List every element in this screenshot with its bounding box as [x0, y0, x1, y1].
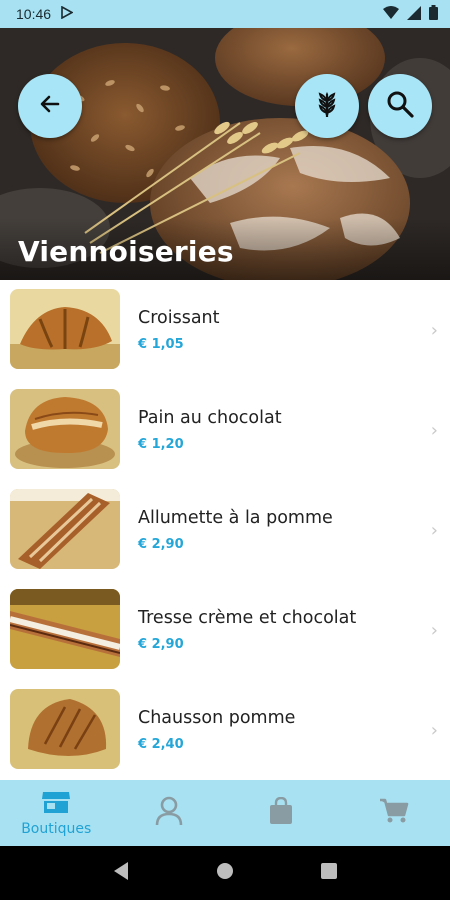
back-icon — [40, 94, 60, 119]
bottom-navigation: Boutiques — [0, 780, 450, 846]
product-price: € 2,40 — [138, 737, 184, 752]
product-thumbnail — [10, 289, 120, 369]
system-home-icon[interactable] — [215, 861, 235, 886]
category-hero-image: Viennoiseries — [0, 28, 450, 280]
product-thumbnail — [10, 589, 120, 669]
person-icon — [155, 796, 183, 831]
battery-icon — [429, 5, 438, 23]
wifi-icon — [383, 5, 399, 23]
signal-icon — [407, 5, 421, 23]
page-title: Viennoiseries — [18, 235, 234, 268]
back-button[interactable] — [18, 74, 82, 138]
product-price: € 1,05 — [138, 337, 184, 352]
store-icon — [41, 790, 71, 819]
product-name: Allumette à la pomme — [138, 508, 333, 528]
nav-item-cart[interactable] — [338, 780, 450, 846]
product-row-tresse[interactable]: Tresse crème et chocolat € 2,90 › — [0, 580, 450, 680]
product-list: Croissant € 1,05 › Pain au chocolat € 1,… — [0, 280, 450, 780]
product-name: Tresse crème et chocolat — [138, 608, 357, 628]
product-price: € 2,90 — [138, 637, 184, 652]
product-row-allumette[interactable]: Allumette à la pomme € 2,90 › — [0, 480, 450, 580]
system-recents-icon[interactable] — [320, 862, 338, 885]
cart-icon — [379, 798, 409, 829]
product-price: € 1,20 — [138, 437, 184, 452]
product-thumbnail — [10, 389, 120, 469]
chevron-right-icon: › — [430, 320, 438, 341]
nav-item-orders[interactable] — [225, 780, 338, 846]
product-row-pain-au-chocolat[interactable]: Pain au chocolat € 1,20 › — [0, 380, 450, 480]
product-price: € 2,90 — [138, 537, 184, 552]
wheat-icon — [316, 90, 338, 123]
play-store-icon — [61, 5, 74, 22]
system-navigation-bar — [0, 846, 450, 900]
chevron-right-icon: › — [430, 420, 438, 441]
status-time: 10:46 — [16, 6, 52, 22]
chevron-right-icon: › — [430, 620, 438, 641]
product-thumbnail — [10, 489, 120, 569]
search-icon — [386, 90, 414, 123]
product-name: Chausson pomme — [138, 708, 296, 728]
nav-label-boutiques: Boutiques — [21, 820, 92, 837]
chevron-right-icon: › — [430, 720, 438, 741]
product-row-croissant[interactable]: Croissant € 1,05 › — [0, 280, 450, 380]
nav-item-boutiques[interactable]: Boutiques — [0, 780, 113, 846]
product-row-chausson[interactable]: Chausson pomme € 2,40 › — [0, 680, 450, 780]
product-thumbnail — [10, 689, 120, 769]
product-name: Pain au chocolat — [138, 408, 282, 428]
filter-grain-button[interactable] — [295, 74, 359, 138]
nav-item-account[interactable] — [113, 780, 226, 846]
system-back-icon[interactable] — [112, 861, 130, 886]
status-bar: 10:46 — [0, 0, 450, 28]
chevron-right-icon: › — [430, 520, 438, 541]
product-name: Croissant — [138, 308, 220, 328]
search-button[interactable] — [368, 74, 432, 138]
bag-icon — [269, 796, 293, 830]
